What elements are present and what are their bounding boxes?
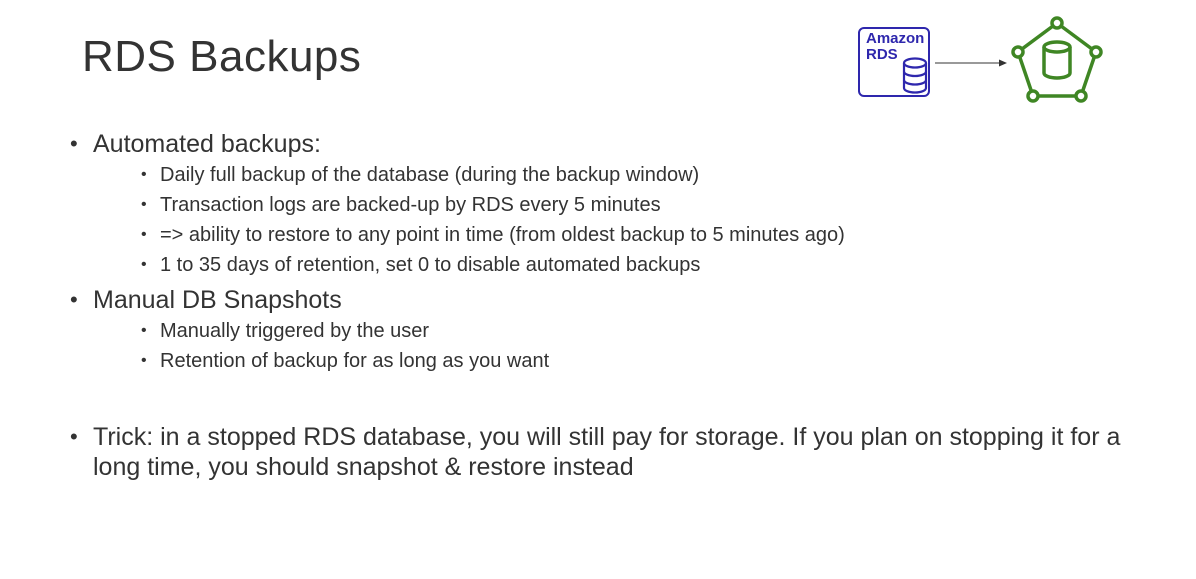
rds-logo-line-1: Amazon	[866, 30, 925, 47]
slide-title: RDS Backups	[82, 32, 362, 81]
sub-bullet: Transaction logs are backed-up by RDS ev…	[138, 190, 1170, 220]
sub-bullet: => ability to restore to any point in ti…	[138, 220, 1170, 250]
slide: RDS Backups Amazon RDS • Automated backu…	[0, 0, 1196, 579]
bullet-trick: Trick: in a stopped RDS database, you wi…	[70, 422, 1170, 482]
bullet-list: Automated backups: Daily full backup of …	[70, 128, 1170, 482]
sub-bullet: Retention of backup for as long as you w…	[138, 346, 1170, 376]
arrow-right-icon	[935, 59, 1007, 67]
bullet-text: Trick: in a stopped RDS database, you wi…	[93, 423, 1121, 481]
sub-bullet: Manually triggered by the user	[138, 316, 1170, 346]
bullet-manual-snapshots: Manual DB Snapshots Manually triggered b…	[70, 284, 1170, 376]
rds-snapshot-icon	[1011, 16, 1103, 103]
sub-bullet: 1 to 35 days of retention, set 0 to disa…	[138, 250, 1170, 280]
logo-area: Amazon RDS	[855, 14, 1105, 109]
sub-bullet-list: Daily full backup of the database (durin…	[138, 160, 1170, 280]
bullet-text: Manual DB Snapshots	[93, 286, 342, 314]
database-cylinder-icon	[902, 57, 928, 94]
rds-database-icon: Amazon RDS	[858, 27, 930, 97]
sub-bullet-list: Manually triggered by the user Retention…	[138, 316, 1170, 376]
bullet-text: Automated backups:	[93, 130, 321, 158]
bullet-automated-backups: Automated backups: Daily full backup of …	[70, 128, 1170, 280]
sub-bullet: Daily full backup of the database (durin…	[138, 160, 1170, 190]
